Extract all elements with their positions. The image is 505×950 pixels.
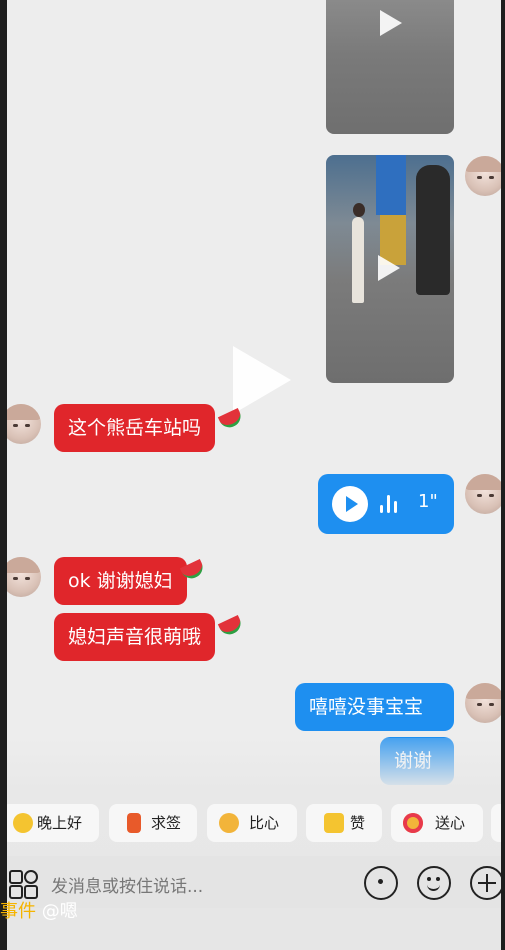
quick-reply-chip[interactable]: 送心 [391,804,483,842]
message-input[interactable]: 发消息或按住说话... [51,872,203,897]
voice-duration: 1" [418,491,438,512]
voice-message[interactable]: 1" [318,474,454,534]
play-icon[interactable] [233,346,291,414]
message-bubble[interactable]: 这个熊岳车站吗 [54,404,216,452]
waveform-icon [380,495,400,513]
watermelon-icon [217,615,245,638]
heart-hands-emoji-icon [219,813,239,833]
video-message-1[interactable] [326,0,454,134]
quick-reply-chip[interactable]: 晚上好 [7,804,99,842]
emoji-icon[interactable] [417,866,451,900]
video-scene [376,155,406,215]
play-icon [378,255,400,281]
avatar-contact[interactable] [7,404,41,444]
chat-area: 这个熊岳车站吗 1" ok 谢谢媳妇 媳妇声音很萌哦 嘻嘻没事宝宝 谢谢 晚上好… [7,0,501,950]
apps-grid-icon[interactable] [9,870,38,899]
voice-wave-icon[interactable] [364,866,398,900]
quick-reply-chip[interactable]: 比心 [207,804,297,842]
caption-text: @嗯 [41,901,78,922]
bottom-panel [7,738,501,950]
quick-reply-chip[interactable]: 求签 [109,804,197,842]
quick-reply-chip[interactable]: 赞 [306,804,382,842]
video-message-2[interactable] [326,155,454,383]
avatar-self[interactable] [465,474,501,514]
plus-icon[interactable] [470,866,501,900]
message-bubble[interactable]: ok 谢谢媳妇 [54,557,187,605]
avatar-self[interactable] [465,683,501,723]
message-bubble[interactable]: 嘻嘻没事宝宝 [295,683,454,731]
caption-prefix: 事件 [0,901,36,922]
play-icon[interactable] [332,486,368,522]
thumbs-up-icon [324,813,344,833]
caption-overlay: 事件 @嗯 [0,897,78,923]
avatar-self[interactable] [465,156,501,196]
hearts-emoji-icon [403,813,423,833]
video-scene [353,203,365,217]
video-scene [416,165,450,295]
fortune-stick-icon [127,813,141,833]
avatar-contact[interactable] [7,557,41,597]
message-bubble[interactable]: 媳妇声音很萌哦 [54,613,216,661]
video-scene [352,217,364,303]
star-emoji-icon [13,813,33,833]
quick-reply-chip[interactable] [491,804,501,842]
play-icon [380,10,402,36]
